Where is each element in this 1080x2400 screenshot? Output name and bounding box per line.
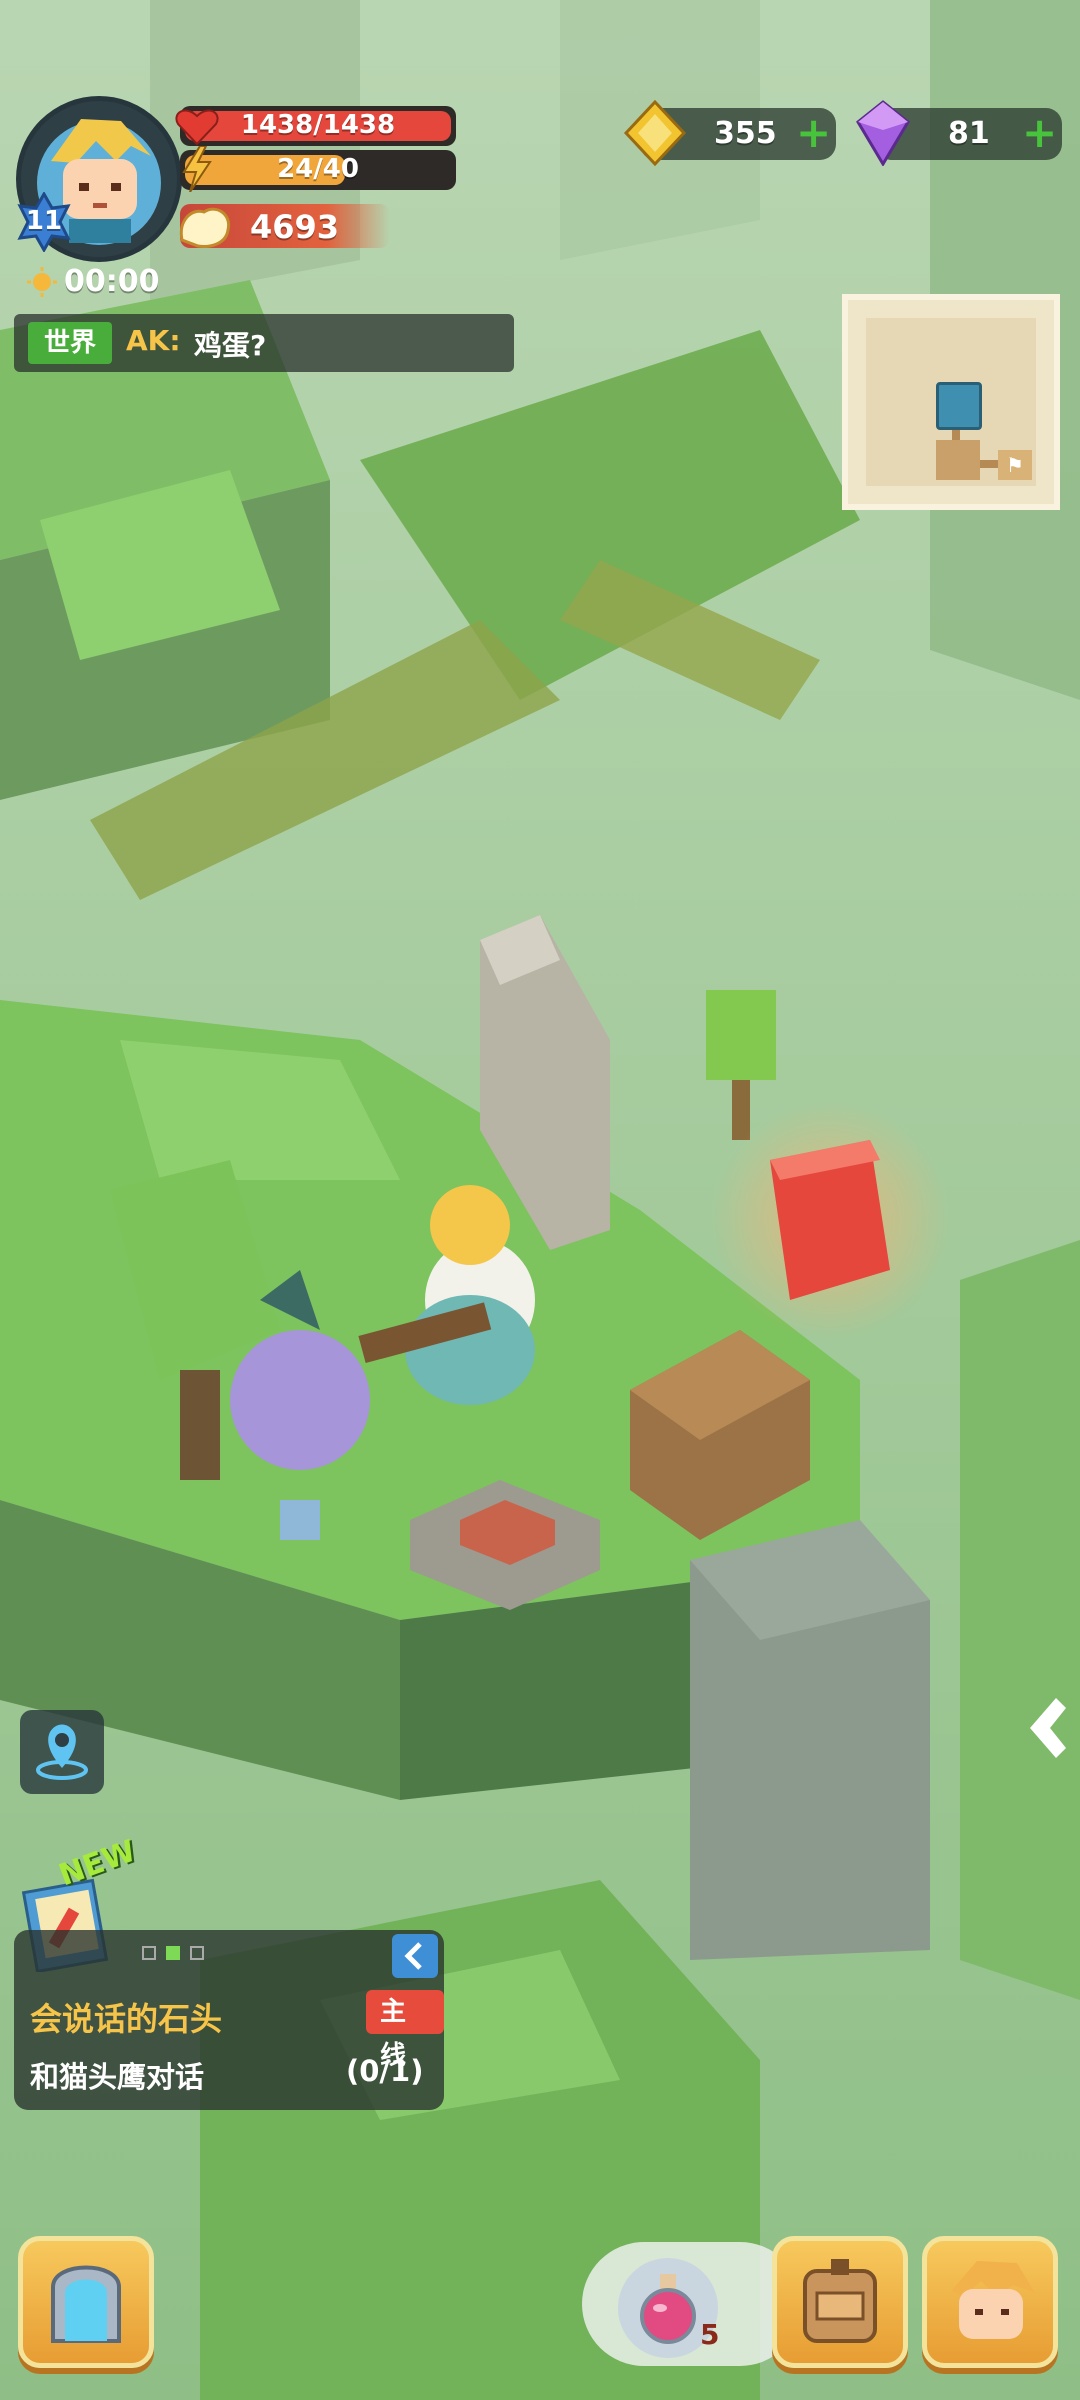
lightning-icon	[180, 145, 214, 193]
muscle-power-icon	[176, 200, 234, 252]
backpack-icon	[803, 2259, 877, 2343]
combat-power-value: 4693	[250, 208, 340, 246]
hp-value: 1438/1438	[240, 110, 396, 140]
purple-crystal-icon	[854, 100, 912, 167]
quest-page-dots	[142, 1944, 212, 1964]
day-timer: 00:00	[64, 264, 160, 299]
quest-task: 和猫头鹰对话	[30, 2060, 205, 2094]
gem-amount: 81	[948, 116, 990, 151]
page-dot	[190, 1946, 204, 1960]
sun-icon	[26, 266, 58, 298]
energy-bar: 24/40	[180, 150, 456, 190]
player-level-badge: 11	[14, 190, 74, 254]
map-pin-icon	[36, 1724, 88, 1780]
expand-side-menu-button[interactable]	[1022, 1694, 1080, 1762]
minimap[interactable]: ⚑	[842, 294, 1060, 510]
add-gems-button[interactable]: +	[1022, 108, 1057, 157]
locate-button[interactable]	[20, 1710, 104, 1794]
potion-slot[interactable]: 5	[582, 2242, 802, 2366]
world-chat-bar[interactable]: 世界 AK: 鸡蛋?	[14, 314, 514, 372]
quest-card[interactable]: 会说话的石头 主线 和猫头鹰对话 (0/1)	[14, 1930, 444, 2110]
collapse-quest-button[interactable]	[392, 1934, 438, 1978]
energy-value: 24/40	[277, 154, 359, 184]
player-location-marker-icon	[936, 382, 982, 430]
gold-amount: 355	[714, 116, 777, 151]
portal-button[interactable]	[18, 2236, 154, 2368]
chat-message: 鸡蛋?	[194, 329, 267, 362]
chevron-left-icon	[404, 1942, 422, 1970]
character-button[interactable]	[922, 2236, 1058, 2368]
player-level: 11	[25, 206, 63, 236]
backpack-button[interactable]	[772, 2236, 908, 2368]
potion-count: 5	[700, 2318, 720, 2351]
page-dot-active	[166, 1946, 180, 1960]
chat-speaker: AK:	[126, 324, 181, 357]
quest-title: 会说话的石头	[30, 2000, 223, 2038]
hp-bar: 1438/1438	[180, 106, 456, 146]
gold-diamond-coin-icon	[622, 99, 688, 167]
page-dot	[142, 1946, 156, 1960]
goal-flag-icon: ⚑	[1006, 453, 1024, 477]
quest-progress: (0/1)	[346, 2054, 424, 2088]
chat-channel-tag: 世界	[28, 322, 113, 364]
add-gold-button[interactable]: +	[796, 108, 831, 157]
hero-head-icon	[951, 2261, 1035, 2339]
chevron-left-icon	[1030, 1698, 1066, 1758]
main-quest-tag: 主线	[366, 1990, 444, 2071]
heart-icon	[174, 104, 220, 148]
portal-gate-icon	[51, 2265, 121, 2343]
